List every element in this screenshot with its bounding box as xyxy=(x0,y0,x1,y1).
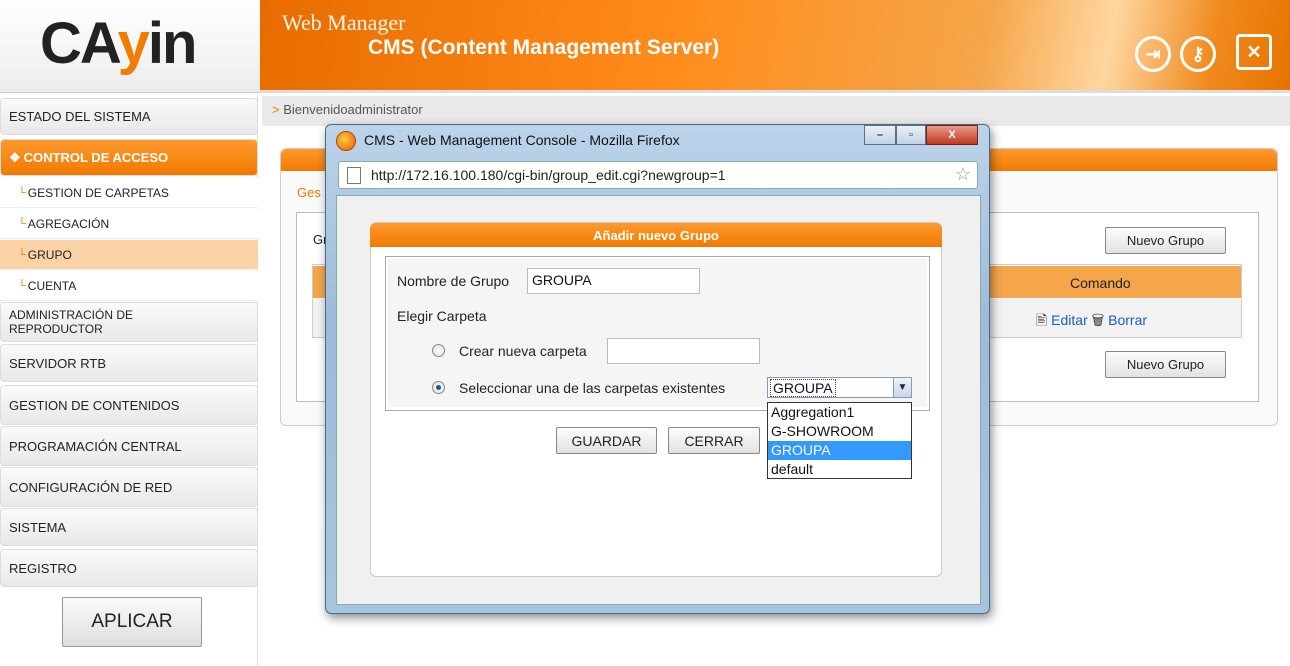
chevron-right-icon: > xyxy=(272,102,280,117)
sidebar-item-gestion-de-contenidos[interactable]: GESTION DE CONTENIDOS xyxy=(0,385,258,425)
folder-option-selected[interactable]: GROUPA xyxy=(768,441,911,460)
subitem-arrow-icon: └ xyxy=(18,279,26,292)
sidebar-item-label: ADMINISTRACIÓN DE REPRODUCTOR xyxy=(9,308,134,336)
choose-folder-label: Elegir Carpeta xyxy=(397,308,487,324)
close-window-button[interactable]: X xyxy=(926,125,978,145)
address-bar[interactable]: http://172.16.100.180/cgi-bin/group_edit… xyxy=(338,161,978,189)
sidebar-item-servidor-rtb[interactable]: SERVIDOR RTB xyxy=(0,344,258,382)
sidebar-item-control-de-acceso[interactable]: ❖ CONTROL DE ACCESO xyxy=(0,139,258,176)
close-button[interactable]: CERRAR xyxy=(668,427,760,454)
select-existing-label: Seleccionar una de las carpetas existent… xyxy=(459,380,726,396)
sidebar-subitem-gestion-de-carpetas[interactable]: └ GESTION DE CARPETAS xyxy=(0,178,258,208)
sidebar-item-label: CONFIGURACIÓN DE RED xyxy=(9,479,173,495)
sidebar-subitem-grupo[interactable]: └ GRUPO xyxy=(0,240,258,270)
panel-breadcrumb: Ges xyxy=(297,185,321,200)
row-actions: 🖹 Editar 🗑 Borrar xyxy=(1036,310,1147,334)
firefox-icon xyxy=(336,131,356,151)
sidebar-item-label: CUENTA xyxy=(27,278,77,293)
group-name-label: Nombre de Grupo xyxy=(397,273,510,289)
window-title: CMS - Web Management Console - Mozilla F… xyxy=(364,132,680,148)
chevron-down-icon[interactable]: ▼ xyxy=(893,378,911,397)
subitem-arrow-icon: └ xyxy=(18,248,26,261)
edit-icon[interactable]: 🖹 xyxy=(1036,312,1047,328)
maximize-button[interactable]: ▫ xyxy=(896,125,926,145)
cayin-logo: CAyin xyxy=(40,11,197,76)
sidebar-item-sistema[interactable]: SISTEMA xyxy=(0,508,258,546)
sidebar-item-label: SISTEMA xyxy=(9,519,67,535)
sidebar-item-label: GRUPO xyxy=(27,247,72,262)
sidebar-item-administracion-de-reproductor[interactable]: ADMINISTRACIÓN DE REPRODUCTOR xyxy=(0,302,258,342)
folder-option[interactable]: Aggregation1 xyxy=(768,403,911,422)
sidebar-item-programacion-central[interactable]: PROGRAMACIÓN CENTRAL xyxy=(0,426,258,466)
column-header-command: Comando xyxy=(1070,275,1131,291)
sidebar-subitem-agregacion[interactable]: └ AGREGACIÓN xyxy=(0,209,258,239)
create-folder-radio[interactable] xyxy=(432,344,445,357)
sidebar-item-label: GESTION DE CARPETAS xyxy=(27,185,169,200)
folder-dropdown-list: Aggregation1 G-SHOWROOM GROUPA default xyxy=(767,402,912,479)
bookmark-star-icon[interactable]: ☆ xyxy=(955,164,971,185)
subitem-arrow-icon: └ xyxy=(18,186,26,199)
page-icon xyxy=(347,167,361,184)
logo-area: CAyin xyxy=(0,0,260,93)
new-group-button-top[interactable]: Nuevo Grupo xyxy=(1105,227,1226,254)
trash-icon[interactable]: 🗑 xyxy=(1092,312,1105,328)
logout-icon[interactable]: ⇥ xyxy=(1135,36,1171,72)
key-icon[interactable]: ⚷ xyxy=(1180,36,1216,72)
header-banner: Web Manager CMS (Content Management Serv… xyxy=(260,0,1290,93)
new-folder-input[interactable] xyxy=(607,338,760,364)
folder-select-value: GROUPA xyxy=(770,379,836,397)
save-button[interactable]: GUARDAR xyxy=(556,427,657,454)
sidebar-item-estado-del-sistema[interactable]: ESTADO DEL SISTEMA xyxy=(0,98,258,135)
welcome-text: Bienvenidoadministrator xyxy=(283,102,423,117)
folder-option[interactable]: default xyxy=(768,460,911,479)
tools-icon[interactable]: ✕ xyxy=(1236,34,1272,70)
folder-option[interactable]: G-SHOWROOM xyxy=(768,422,911,441)
url-text: http://172.16.100.180/cgi-bin/group_edit… xyxy=(371,167,726,183)
subitem-arrow-icon: └ xyxy=(18,217,26,230)
expand-icon: ❖ xyxy=(9,149,21,165)
edit-link[interactable]: Editar xyxy=(1051,312,1088,328)
select-existing-radio[interactable] xyxy=(432,381,445,394)
sidebar-item-label: CONTROL DE ACCESO xyxy=(23,150,169,165)
sidebar-item-label: SERVIDOR RTB xyxy=(9,355,107,371)
dialog-title: Añadir nuevo Grupo xyxy=(370,223,942,247)
sidebar-item-registro[interactable]: REGISTRO xyxy=(0,549,258,587)
folder-select[interactable]: GROUPA ▼ xyxy=(767,377,912,398)
group-name-input[interactable]: GROUPA xyxy=(527,268,700,294)
sidebar-subitem-cuenta[interactable]: └ CUENTA xyxy=(0,271,258,301)
minimize-button[interactable]: – xyxy=(864,125,896,145)
sidebar-item-label: ESTADO DEL SISTEMA xyxy=(9,109,151,124)
sidebar-item-label: REGISTRO xyxy=(9,560,77,576)
app-subtitle: CMS (Content Management Server) xyxy=(368,36,720,59)
sidebar-item-label: AGREGACIÓN xyxy=(27,216,110,231)
new-group-button-bottom[interactable]: Nuevo Grupo xyxy=(1105,351,1226,378)
sidebar-item-configuracion-de-red[interactable]: CONFIGURACIÓN DE RED xyxy=(0,467,258,507)
apply-button[interactable]: APLICAR xyxy=(62,597,202,647)
delete-link[interactable]: Borrar xyxy=(1108,312,1147,328)
welcome-bar: > Bienvenidoadministrator xyxy=(262,96,1290,126)
sidebar-item-label: GESTION DE CONTENIDOS xyxy=(9,397,180,413)
create-folder-label: Crear nueva carpeta xyxy=(459,343,587,359)
app-title: Web Manager xyxy=(282,10,406,35)
sidebar-item-label: PROGRAMACIÓN CENTRAL xyxy=(9,438,182,454)
